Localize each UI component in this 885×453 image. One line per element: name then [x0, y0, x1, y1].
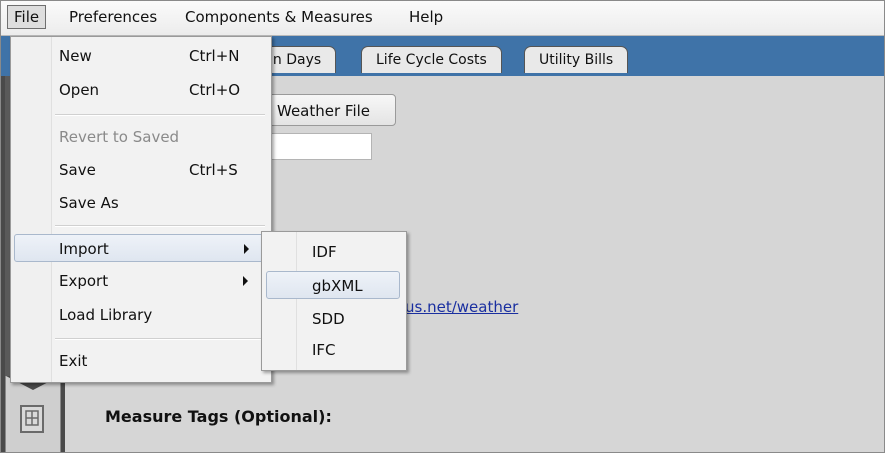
menu-help[interactable]: Help: [403, 6, 449, 28]
menu-item-save[interactable]: Save Ctrl+S: [14, 156, 267, 184]
menu-item-label: IDF: [312, 243, 337, 261]
import-item-idf[interactable]: IDF: [266, 238, 400, 266]
menu-file[interactable]: File: [7, 5, 47, 29]
menu-separator: [55, 114, 265, 116]
file-menu: New Ctrl+N Open Ctrl+O Revert to Saved S…: [10, 36, 272, 383]
menu-item-shortcut: Ctrl+O: [189, 81, 241, 99]
menu-item-load-library[interactable]: Load Library: [14, 301, 267, 329]
submenu-arrow-icon: [243, 276, 248, 286]
menu-item-save-as[interactable]: Save As: [14, 189, 267, 217]
menu-bar: File Preferences Components & Measures H…: [1, 1, 884, 36]
menu-separator: [55, 338, 265, 340]
menu-item-revert-to-saved: Revert to Saved: [14, 123, 267, 151]
menu-item-label: IFC: [312, 341, 336, 359]
menu-item-label: SDD: [312, 310, 345, 328]
menu-item-import[interactable]: Import: [14, 234, 267, 262]
menu-item-label: gbXML: [312, 277, 363, 295]
import-item-gbxml[interactable]: gbXML: [266, 271, 400, 299]
import-submenu: IDF gbXML SDD IFC: [261, 231, 407, 371]
menu-item-label: Export: [59, 272, 109, 290]
menu-item-label: New: [59, 47, 92, 65]
menu-item-label: Exit: [59, 352, 88, 370]
menu-item-exit[interactable]: Exit: [14, 347, 267, 375]
menu-item-shortcut: Ctrl+S: [189, 161, 238, 179]
menu-item-label: Open: [59, 81, 100, 99]
weather-file-button[interactable]: Weather File: [262, 94, 396, 126]
menu-item-label: Revert to Saved: [59, 128, 180, 146]
menu-item-open[interactable]: Open Ctrl+O: [14, 76, 267, 104]
menu-item-export[interactable]: Export: [14, 267, 267, 295]
tab-utility-bills[interactable]: Utility Bills: [524, 46, 629, 73]
measure-icon: [20, 405, 44, 433]
menu-separator: [55, 225, 265, 227]
menu-components-measures[interactable]: Components & Measures: [179, 6, 379, 28]
weather-file-field[interactable]: [266, 133, 372, 160]
menu-item-label: Load Library: [59, 306, 153, 324]
tab-life-cycle-costs[interactable]: Life Cycle Costs: [361, 46, 502, 73]
menu-item-label: Import: [59, 240, 109, 258]
menu-item-label: Save: [59, 161, 96, 179]
weather-link[interactable]: us.net/weather: [405, 298, 518, 316]
measure-tags-label: Measure Tags (Optional):: [105, 407, 332, 426]
import-item-ifc[interactable]: IFC: [266, 336, 400, 364]
measures-side-button[interactable]: [5, 376, 61, 452]
import-item-sdd[interactable]: SDD: [266, 305, 400, 333]
menu-item-label: Save As: [59, 194, 119, 212]
app-window: File Preferences Components & Measures H…: [0, 0, 885, 453]
submenu-arrow-icon: [244, 244, 249, 254]
menu-preferences[interactable]: Preferences: [63, 6, 163, 28]
menu-item-shortcut: Ctrl+N: [189, 47, 240, 65]
menu-item-new[interactable]: New Ctrl+N: [14, 42, 267, 70]
